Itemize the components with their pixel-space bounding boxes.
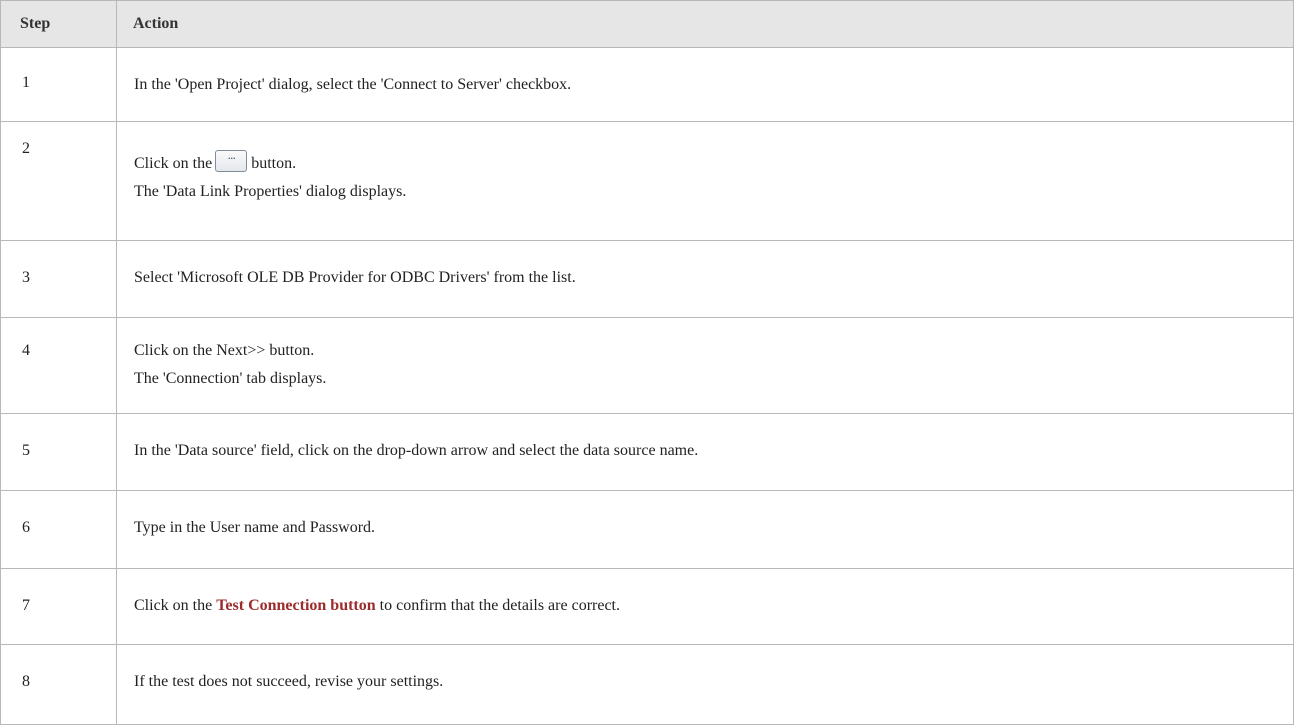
table-row: 8 If the test does not succeed, revise y… (0, 644, 1294, 725)
table-row: 5 In the 'Data source' field, click on t… (0, 413, 1294, 491)
ellipsis-button-icon: ··· (215, 150, 248, 172)
action-text: button. (251, 155, 297, 172)
step-number: 1 (22, 74, 30, 91)
action-cell: In the 'Open Project' dialog, select the… (116, 47, 1294, 122)
action-text: Type in the User name and Password. (134, 519, 376, 536)
step-number: 2 (22, 140, 30, 157)
test-connection-link[interactable]: Test Connection button (216, 597, 375, 614)
action-text: Select 'Microsoft OLE DB Provider for OD… (134, 269, 576, 286)
header-row: Step Action (0, 0, 1294, 48)
step-cell: 3 (0, 240, 117, 318)
table-row: 4 Click on the Next>> button. The 'Conne… (0, 317, 1294, 414)
step-cell: 2 (0, 121, 117, 241)
table-row: 3 Select 'Microsoft OLE DB Provider for … (0, 240, 1294, 318)
action-note: The 'Data Link Properties' dialog displa… (134, 183, 407, 200)
action-text: Click on the Next>> button. (134, 342, 315, 359)
step-column-header: Step (0, 0, 117, 48)
step-number: 7 (22, 597, 30, 614)
action-cell: Click on the Next>> button. The 'Connect… (116, 317, 1294, 414)
step-number: 4 (22, 342, 30, 359)
action-text: In the 'Open Project' dialog, select the… (134, 76, 572, 93)
step-number: 8 (22, 673, 30, 690)
action-cell: Click on the ··· button. The 'Data Link Pr… (116, 121, 1294, 241)
step-cell: 5 (0, 413, 117, 491)
action-cell: Select 'Microsoft OLE DB Provider for OD… (116, 240, 1294, 318)
table-row: 1 In the 'Open Project' dialog, select t… (0, 47, 1294, 122)
action-cell: If the test does not succeed, revise you… (116, 644, 1294, 725)
action-cell: Type in the User name and Password. (116, 490, 1294, 569)
step-cell: 1 (0, 47, 117, 122)
step-cell: 8 (0, 644, 117, 725)
step-number: 6 (22, 519, 30, 536)
step-number: 5 (22, 442, 30, 459)
action-note: The 'Connection' tab displays. (134, 370, 327, 387)
table-row: 6 Type in the User name and Password. (0, 490, 1294, 569)
step-cell: 7 (0, 568, 117, 645)
table-row: 7 Click on the Test Connection button to… (0, 568, 1294, 645)
table-row: 2 Click on the ··· button. The 'Data Link … (0, 121, 1294, 241)
action-text: to confirm that the details are correct. (379, 597, 620, 614)
action-text: Click on the (134, 155, 213, 172)
action-text: If the test does not succeed, revise you… (134, 673, 444, 690)
steps-table: Step Action 1 In the 'Open Project' dial… (0, 0, 1294, 725)
action-text: Click on the (134, 597, 213, 614)
step-cell: 4 (0, 317, 117, 414)
action-column-header: Action (116, 0, 1294, 48)
action-cell: Click on the Test Connection button to c… (116, 568, 1294, 645)
action-cell: In the 'Data source' field, click on the… (116, 413, 1294, 491)
action-text: In the 'Data source' field, click on the… (134, 442, 699, 459)
step-cell: 6 (0, 490, 117, 569)
step-number: 3 (22, 269, 30, 286)
